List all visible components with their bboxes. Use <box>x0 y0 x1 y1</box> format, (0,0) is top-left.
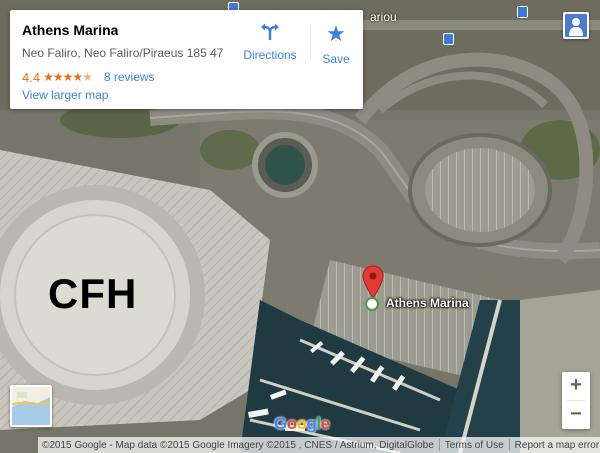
terms-link[interactable]: Terms of Use <box>445 440 504 451</box>
directions-icon <box>261 23 279 40</box>
view-larger-map-link[interactable]: View larger map <box>22 88 108 102</box>
zoom-in-button[interactable]: + <box>562 372 590 400</box>
place-title: Athens Marina <box>22 22 119 38</box>
rating-value: 4.4 <box>22 69 41 85</box>
map-attribution: ©2015 Google - Map data ©2015 Google Ima… <box>42 439 434 451</box>
zoom-control: + − <box>562 372 590 429</box>
marina-place-icon[interactable] <box>365 297 379 311</box>
attribution-divider <box>508 439 510 451</box>
rating-stars-icon: ★★★★★ <box>43 70 93 84</box>
map-thumbnail-button[interactable] <box>10 385 52 427</box>
save-label: Save <box>322 52 350 66</box>
save-button[interactable]: ★ Save <box>314 20 358 68</box>
attribution-divider <box>438 439 440 451</box>
bus-stop-icon[interactable] <box>443 33 454 45</box>
google-logo[interactable]: Google <box>274 414 330 434</box>
bus-stop-icon[interactable] <box>517 6 528 18</box>
reviews-link[interactable]: 8 reviews <box>104 70 155 84</box>
marker-label[interactable]: Athens Marina <box>386 296 469 310</box>
pegman-icon <box>565 14 587 37</box>
overlay-label: CFH <box>48 270 138 317</box>
place-address: Neo Faliro, Neo Faliro/Piraeus 185 47 <box>22 46 224 60</box>
card-divider <box>310 24 311 60</box>
report-error-link[interactable]: Report a map error <box>515 440 599 451</box>
attribution-bar: ©2015 Google - Map data ©2015 Google Ima… <box>38 437 600 453</box>
street-name-label: ariou <box>370 10 397 24</box>
location-pin-icon[interactable] <box>362 265 384 299</box>
star-icon: ★ <box>326 21 346 46</box>
pegman-button[interactable] <box>563 12 589 39</box>
directions-button[interactable]: Directions <box>235 20 305 68</box>
directions-label: Directions <box>243 48 297 62</box>
rating-row: 4.4 ★★★★★ 8 reviews <box>22 69 155 85</box>
place-card: Athens Marina Neo Faliro, Neo Faliro/Pir… <box>10 10 363 109</box>
map-thumbnail-icon <box>12 387 50 425</box>
zoom-out-button[interactable]: − <box>562 401 590 429</box>
